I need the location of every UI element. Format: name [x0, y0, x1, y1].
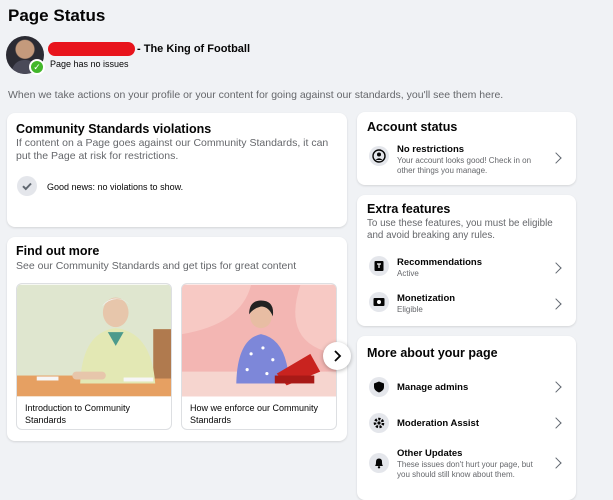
feature-title: Monetization — [397, 293, 456, 304]
feature-sub: Active — [397, 269, 419, 278]
account-status-item-sub: Your account looks good! Check in on oth… — [397, 156, 532, 175]
violations-subtitle: If content on a Page goes against our Co… — [16, 137, 329, 162]
redacted-name — [48, 42, 135, 56]
illustration-woman-laptop — [182, 284, 336, 397]
feature-row-monetization[interactable]: Monetization Eligible — [357, 289, 576, 319]
feature-title: Recommendations — [397, 257, 482, 268]
other-updates-label: Other Updates — [397, 448, 463, 459]
feature-row-recommendations[interactable]: Recommendations Active — [357, 253, 576, 283]
moderation-assist-row[interactable]: Moderation Assist — [357, 410, 576, 436]
more-about-card: More about your page Manage admins Moder… — [357, 336, 576, 500]
chevron-right-icon — [550, 298, 562, 310]
gear-icon — [369, 413, 389, 433]
manage-admins-label: Manage admins — [397, 382, 469, 393]
chevron-right-icon — [550, 457, 562, 469]
account-status-item-title: No restrictions — [397, 144, 465, 155]
chevron-right-icon — [550, 262, 562, 274]
intro-text: When we take actions on your profile or … — [8, 89, 504, 101]
illustration-elderly-man — [17, 284, 171, 397]
next-button[interactable] — [323, 342, 351, 370]
moderation-assist-label: Moderation Assist — [397, 418, 479, 429]
page-title: Page Status — [8, 6, 106, 25]
more-about-title: More about your page — [367, 346, 498, 360]
violations-status: Good news: no violations to show. — [47, 182, 184, 192]
bell-icon — [369, 453, 389, 473]
account-status-card: Account status No restrictions Your acco… — [357, 112, 576, 185]
chevron-right-icon — [550, 152, 562, 164]
manage-admins-row[interactable]: Manage admins — [357, 374, 576, 400]
profile-icon — [369, 146, 389, 166]
recommendations-icon — [369, 256, 389, 276]
check-icon: ✓ — [29, 59, 45, 75]
tile-caption: How we enforce our Community Standards — [190, 403, 319, 425]
chevron-right-icon — [550, 381, 562, 393]
check-circle-icon — [17, 176, 37, 196]
shield-icon — [369, 377, 389, 397]
extra-features-title: Extra features — [367, 202, 451, 216]
tile-how-we-enforce[interactable]: How we enforce our Community Standards — [181, 283, 337, 430]
extra-features-subtitle: To use these features, you must be eligi… — [367, 218, 553, 241]
find-out-more-subtitle: See our Community Standards and get tips… — [16, 260, 297, 272]
page-status-text: Page has no issues — [50, 59, 129, 69]
page-name[interactable]: - The King of Football — [137, 43, 250, 55]
extra-features-card: Extra features To use these features, yo… — [357, 195, 576, 326]
find-out-more-title: Find out more — [16, 244, 100, 258]
violations-card: Community Standards violations If conten… — [7, 113, 347, 227]
chevron-right-icon — [550, 417, 562, 429]
other-updates-sub: These issues don't hurt your page, but y… — [397, 460, 533, 479]
tile-intro-community-standards[interactable]: Introduction to Community Standards — [16, 283, 172, 430]
account-status-row[interactable]: No restrictions Your account looks good!… — [357, 142, 576, 180]
monetization-icon — [369, 292, 389, 312]
feature-sub: Eligible — [397, 305, 423, 314]
tile-caption: Introduction to Community Standards — [25, 403, 131, 425]
violations-title: Community Standards violations — [16, 122, 212, 136]
other-updates-row[interactable]: Other Updates These issues don't hurt yo… — [357, 446, 576, 486]
account-status-title: Account status — [367, 120, 458, 134]
chevron-right-icon — [334, 350, 342, 362]
